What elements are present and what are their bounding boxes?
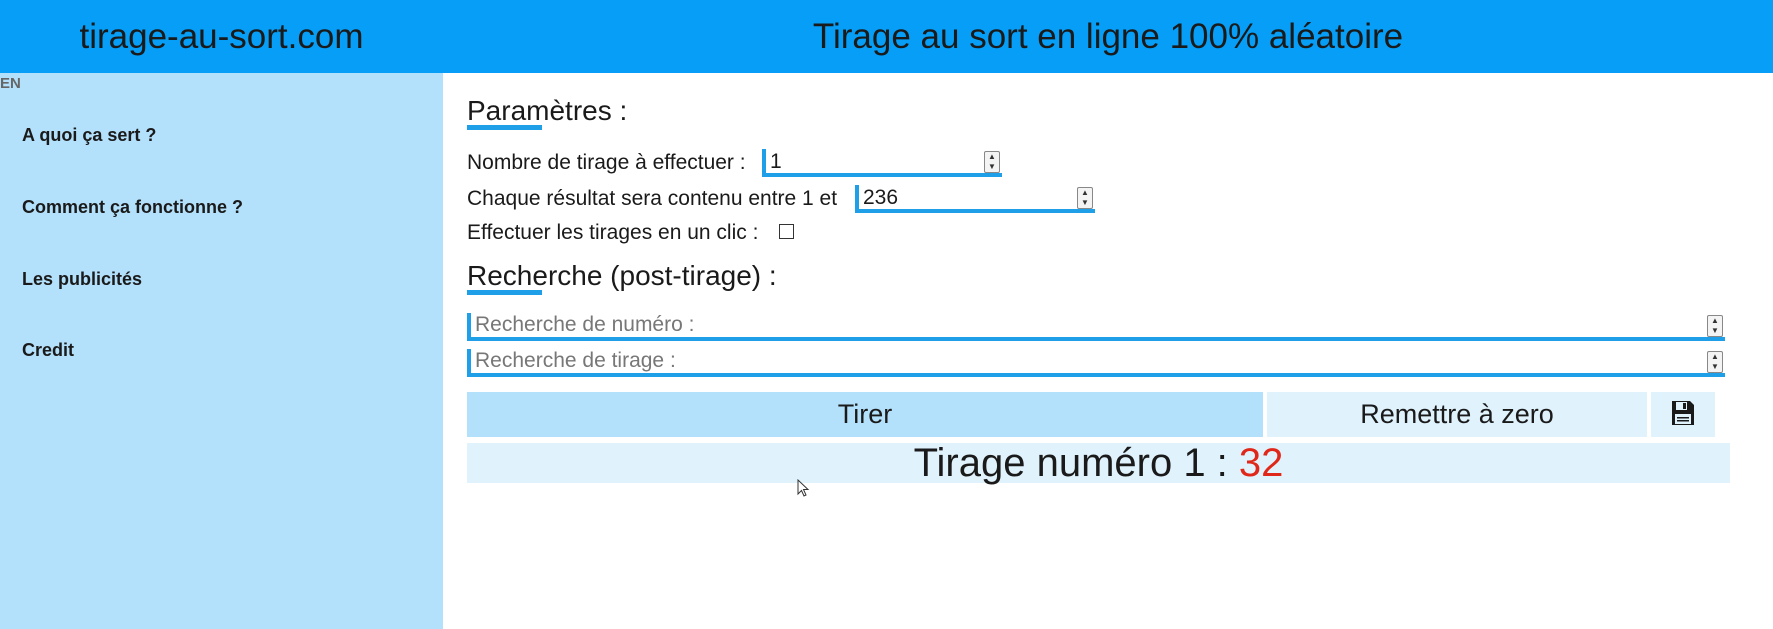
count-stepper[interactable]: ▲ ▼ [984, 151, 1000, 173]
draw-button[interactable]: Tirer [467, 392, 1263, 437]
range-label: Chaque résultat sera contenu entre 1 et [467, 187, 838, 210]
count-label: Nombre de tirage à effectuer : [467, 151, 746, 174]
sidebar-item-purpose[interactable]: A quoi ça sert ? [22, 125, 156, 146]
draw-search-input[interactable]: Recherche de tirage : ▲ ▼ [467, 349, 1725, 377]
save-button[interactable] [1651, 392, 1715, 437]
range-value: 236 [863, 186, 899, 209]
result-banner: Tirage numéro 1 : 32 [467, 443, 1730, 483]
site-title[interactable]: tirage-au-sort.com [0, 0, 443, 73]
count-value: 1 [770, 150, 782, 173]
oneclick-checkbox[interactable] [779, 224, 794, 239]
params-underline [467, 125, 542, 130]
number-search-input[interactable]: Recherche de numéro : ▲ ▼ [467, 313, 1725, 341]
sidebar: EN A quoi ça sert ? Comment ça fonctionn… [0, 73, 443, 629]
result-prefix: Tirage numéro 1 : [913, 441, 1228, 485]
params-title: Paramètres : [467, 95, 628, 126]
sidebar-item-ads[interactable]: Les publicités [22, 269, 142, 290]
sidebar-item-how-it-works[interactable]: Comment ça fonctionne ? [22, 197, 243, 218]
draw-search-placeholder: Recherche de tirage : [475, 349, 676, 372]
floppy-disk-icon [1672, 401, 1694, 425]
range-input[interactable]: 236 ▲ ▼ [855, 185, 1095, 213]
page-heading: Tirage au sort en ligne 100% aléatoire [812, 17, 1404, 56]
search-title: Recherche (post-tirage) : [467, 260, 777, 291]
result-value: 32 [1238, 441, 1284, 485]
mouse-cursor-icon [797, 479, 810, 497]
range-stepper[interactable]: ▲ ▼ [1077, 187, 1093, 209]
main-content: Paramètres : Nombre de tirage à effectue… [443, 73, 1773, 629]
reset-button[interactable]: Remettre à zero [1267, 392, 1647, 437]
search-underline [467, 290, 542, 295]
language-switch[interactable]: EN [0, 75, 21, 92]
oneclick-label: Effectuer les tirages en un clic : [467, 221, 759, 244]
number-search-stepper[interactable]: ▲ ▼ [1707, 315, 1723, 337]
draw-search-stepper[interactable]: ▲ ▼ [1707, 351, 1723, 373]
sidebar-item-credit[interactable]: Credit [22, 340, 74, 361]
count-input[interactable]: 1 ▲ ▼ [762, 149, 1002, 177]
number-search-placeholder: Recherche de numéro : [475, 313, 695, 336]
header: tirage-au-sort.com Tirage au sort en lig… [0, 0, 1773, 73]
